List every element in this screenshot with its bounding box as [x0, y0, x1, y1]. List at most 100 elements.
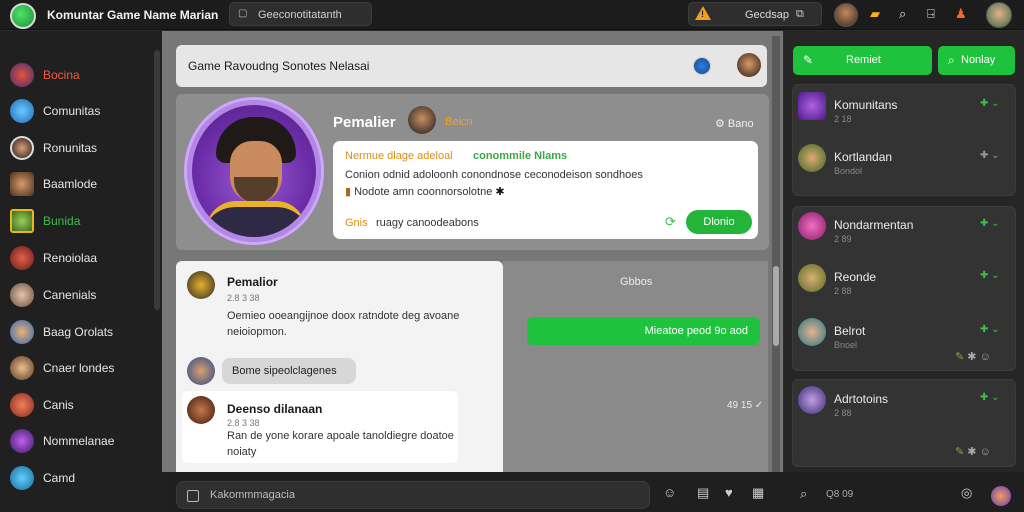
- list-item-name: Adrtotoins: [834, 392, 889, 406]
- message-timestamp: 49 15 ✓: [727, 400, 764, 411]
- profile-avatar[interactable]: [986, 2, 1012, 28]
- alert-pill[interactable]: ! Gecdsap ⧉: [688, 2, 822, 26]
- sidebar-item-cnaer-londes[interactable]: Cnaer londes: [8, 354, 148, 382]
- avatar[interactable]: [187, 271, 215, 299]
- main-scrollbar[interactable]: [772, 36, 780, 472]
- sidebar-item-label: Camd: [43, 471, 76, 485]
- page-title: Game Ravoudng Sonotes Nelasai: [188, 59, 370, 73]
- search-icon: ⌕: [948, 53, 955, 67]
- sidebar-item-avatar: [10, 63, 34, 87]
- message-author: Deenso dilanaan: [227, 402, 323, 416]
- sidebar-scrollbar[interactable]: [154, 50, 160, 310]
- screen-icon[interactable]: ⧉: [796, 8, 804, 21]
- list-item[interactable]: Reonde 2 88 ✚ ⌄: [798, 264, 1010, 300]
- list-item-sub: Bnoel: [834, 340, 858, 350]
- chevron-down-icon[interactable]: ✚ ⌄: [980, 218, 1000, 229]
- chevron-down-icon[interactable]: ✚ ⌄: [980, 150, 1000, 161]
- list-item[interactable]: Belrot Bnoel ✚ ⌄: [798, 318, 1010, 354]
- avatar[interactable]: [187, 396, 215, 424]
- list-item[interactable]: Komunitans 2 18 ✚ ⌄: [798, 92, 1010, 128]
- settings-icon[interactable]: ◎: [961, 485, 972, 501]
- sidebar-item-avatar: [10, 246, 34, 270]
- sticker-icon[interactable]: ▦: [752, 485, 764, 501]
- heart-icon[interactable]: ♥: [725, 485, 733, 500]
- scroll-thumb[interactable]: [773, 266, 779, 346]
- list-item-sub: 2 18: [834, 114, 852, 124]
- app-title: Komuntar Game Name Marian: [47, 8, 219, 22]
- list-item-name: Reonde: [834, 270, 877, 284]
- sidebar-item-bocina[interactable]: Bocina: [8, 61, 148, 89]
- message-author: Pemalior: [227, 275, 278, 289]
- sidebar-item-baag-orolats[interactable]: Baag Orolats: [8, 318, 148, 346]
- emoji-icon[interactable]: ☺: [980, 351, 991, 363]
- avatar: [798, 264, 826, 292]
- globe-icon[interactable]: [693, 57, 711, 75]
- sidebar-item-label: Bunida: [43, 214, 81, 228]
- chevron-down-icon[interactable]: ✚ ⌄: [980, 270, 1000, 281]
- avatar[interactable]: [408, 106, 436, 134]
- list-item[interactable]: Kortlandan Bondol ✚ ⌄: [798, 144, 1010, 180]
- sidebar-item-avatar: [10, 99, 34, 123]
- list-item[interactable]: Adrtotoins 2 88 ✚ ⌄: [798, 386, 1010, 422]
- avatar: [798, 144, 826, 172]
- avatar: [798, 386, 826, 414]
- info-line: Conion odnid adoloonh conondnose ceconod…: [345, 169, 643, 181]
- profile-action[interactable]: ⚙ Bano: [715, 117, 754, 130]
- sidebar-item-baamlode[interactable]: Baamlode: [8, 170, 148, 198]
- link-icon[interactable]: ⟳: [665, 214, 676, 230]
- sidebar-item-label: Nommelanae: [43, 434, 115, 448]
- sidebar-item-avatar: [10, 466, 34, 490]
- sidebar-item-renoiolaa[interactable]: Renoiolaa: [8, 244, 148, 272]
- profile-action-button[interactable]: Dlonio: [686, 210, 752, 234]
- nonlay-button[interactable]: ⌕ Nonlay: [938, 46, 1015, 75]
- edit-icon[interactable]: ✎: [955, 351, 964, 363]
- group-tools: ✎ ✱ ☺: [955, 445, 991, 458]
- sidebar-item-comunitas[interactable]: Comunitas: [8, 97, 148, 125]
- chevron-down-icon[interactable]: ✚ ⌄: [980, 98, 1000, 109]
- profile-action-label: Bano: [727, 118, 754, 130]
- settings-icon[interactable]: ✱: [967, 446, 976, 458]
- badge-icon: ▮: [345, 186, 355, 198]
- sidebar-item-canenials[interactable]: Canenials: [8, 281, 148, 309]
- sidebar-item-bunida[interactable]: Bunida: [8, 207, 148, 235]
- settings-icon: ⚙: [715, 118, 728, 130]
- emoji-icon[interactable]: ☺: [663, 485, 676, 500]
- message-input[interactable]: Kakommmagacia: [176, 481, 650, 509]
- attach-icon[interactable]: [187, 490, 199, 502]
- avatar-jacket: [206, 201, 306, 237]
- search-icon[interactable]: ⌕: [800, 486, 807, 502]
- gif-icon[interactable]: ▤: [697, 485, 709, 501]
- chevron-down-icon[interactable]: ✚ ⌄: [980, 392, 1000, 403]
- edit-icon[interactable]: ✎: [955, 446, 964, 458]
- top-search-input[interactable]: ▢ Geeconotitatanth: [229, 2, 372, 26]
- avatar[interactable]: [737, 53, 761, 77]
- search-icon[interactable]: ⌕: [899, 6, 906, 22]
- sidebar-item-canis[interactable]: Canis: [8, 391, 148, 419]
- settings-icon[interactable]: ✱: [967, 351, 976, 363]
- folder-icon[interactable]: ▰: [870, 6, 880, 22]
- list-item-sub: Bondol: [834, 166, 863, 176]
- exit-icon[interactable]: ⍈: [927, 6, 935, 22]
- avatar: [798, 212, 826, 240]
- list-item[interactable]: Nondarmentan 2 89 ✚ ⌄: [798, 212, 1010, 248]
- avatar[interactable]: [834, 3, 858, 27]
- sidebar-item-avatar: [10, 356, 34, 380]
- notification-icon[interactable]: ♟: [955, 6, 967, 22]
- avatar: [798, 318, 826, 346]
- sidebar-item-ronunitas[interactable]: Ronunitas: [8, 134, 148, 162]
- message-timestamp: 2.8 3 38: [227, 418, 260, 428]
- avatar[interactable]: [187, 357, 215, 385]
- sidebar-item-camd[interactable]: Camd: [8, 464, 148, 492]
- message-input-placeholder: Kakommmagacia: [210, 489, 295, 501]
- profile-avatar[interactable]: [187, 100, 321, 242]
- sidebar-item-nommelanae[interactable]: Nommelanae: [8, 427, 148, 455]
- chevron-down-icon[interactable]: ✚ ⌄: [980, 324, 1000, 335]
- remiet-button[interactable]: ✎ Remiet: [793, 46, 932, 75]
- profile-avatar[interactable]: [991, 486, 1011, 506]
- app-logo[interactable]: [10, 3, 36, 29]
- message-text: Oemieo ooeangijnoe doox ratndote deg avo…: [227, 310, 460, 338]
- sidebar-item-avatar: [10, 136, 34, 160]
- emoji-icon[interactable]: ☺: [980, 446, 991, 458]
- pencil-icon: ✎: [803, 53, 814, 67]
- search-text: Q8 09: [826, 489, 854, 500]
